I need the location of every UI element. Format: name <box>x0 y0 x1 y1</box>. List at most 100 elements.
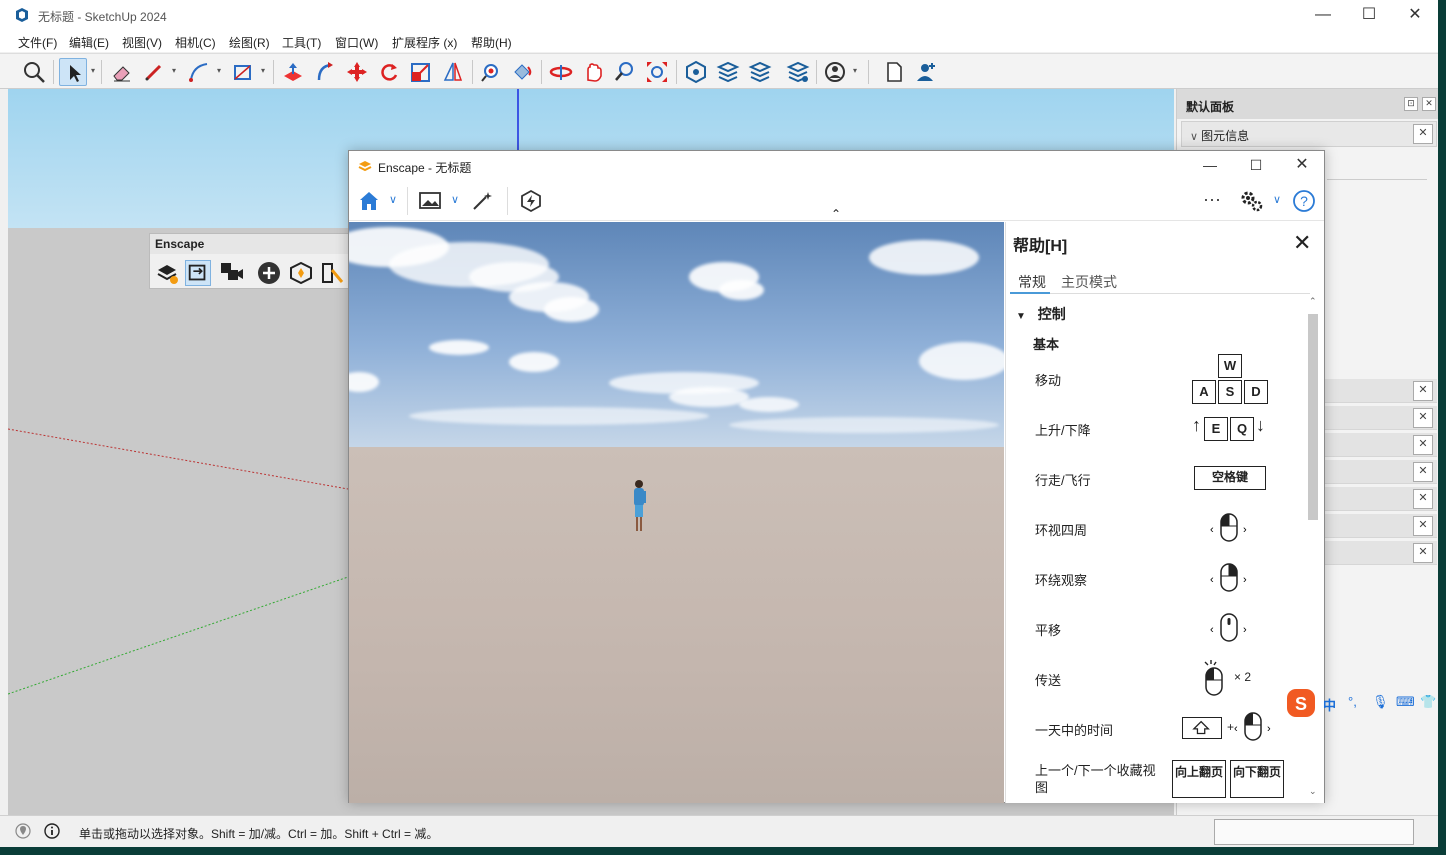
add-user-icon[interactable] <box>912 58 940 86</box>
section-controls[interactable]: ▼ 控制 <box>1016 304 1066 324</box>
help-title: 帮助[H] <box>1013 232 1324 262</box>
arrow-down-icon: ↓ <box>1256 415 1265 435</box>
menu-tools[interactable]: 工具(T) <box>282 34 321 51</box>
tab-general[interactable]: 常规 <box>1018 272 1046 292</box>
punctuation-icon[interactable]: °, <box>1348 694 1357 709</box>
panel-close-icon[interactable]: ✕ <box>1413 435 1433 455</box>
enscape-sync-icon[interactable] <box>185 260 211 286</box>
key-e: E <box>1204 417 1228 441</box>
layers-icon[interactable] <box>746 58 774 86</box>
svg-text:?: ? <box>1300 193 1308 209</box>
menu-view[interactable]: 视图(V) <box>122 34 162 51</box>
new-file-icon[interactable] <box>880 58 908 86</box>
extension-manager-icon[interactable] <box>784 58 812 86</box>
enscape-asset-icon[interactable] <box>288 260 314 286</box>
chevron-down-icon[interactable]: ∨ <box>451 193 459 206</box>
tab-home-mode[interactable]: 主页模式 <box>1061 272 1117 292</box>
menu-camera[interactable]: 相机(C) <box>175 34 216 51</box>
offset-icon[interactable] <box>439 58 467 86</box>
ime-language-label[interactable]: 中 <box>1323 695 1336 714</box>
chevron-down-icon[interactable]: ▾ <box>261 66 265 75</box>
caret-down-icon: ▼ <box>1016 311 1026 322</box>
paint-bucket-icon[interactable] <box>508 58 536 86</box>
enscape-material-icon[interactable] <box>320 260 346 286</box>
enscape-render-view[interactable] <box>349 222 1004 803</box>
move-icon[interactable] <box>343 58 371 86</box>
zoom-icon[interactable] <box>611 58 639 86</box>
measurements-box[interactable] <box>1214 819 1414 845</box>
sketchup-logo-icon <box>16 8 28 22</box>
geo-location-icon[interactable] <box>14 822 32 840</box>
close-button[interactable]: ✕ <box>1279 151 1325 179</box>
3d-warehouse-icon[interactable] <box>682 58 710 86</box>
collapse-chevron-icon[interactable]: ⌃ <box>831 207 841 221</box>
panel-close-icon[interactable]: ✕ <box>1413 381 1433 401</box>
entity-info-label: 图元信息 <box>1201 129 1250 143</box>
chevron-down-icon[interactable]: ∨ <box>389 193 397 206</box>
enscape-views-icon[interactable] <box>218 260 244 286</box>
tray-pin-icon[interactable]: ⊡ <box>1404 97 1418 111</box>
panel-close-icon[interactable]: ✕ <box>1413 516 1433 536</box>
sketchup-titlebar: 无标题 - SketchUp 2024 — ☐ ✕ <box>0 0 1446 30</box>
panel-close-icon[interactable]: ✕ <box>1413 462 1433 482</box>
image-icon[interactable] <box>418 189 442 213</box>
minimize-button[interactable]: — <box>1300 0 1346 30</box>
info-icon[interactable] <box>43 822 61 840</box>
rotate-icon[interactable] <box>375 58 403 86</box>
help-icon[interactable]: ? <box>1292 189 1316 213</box>
menu-file[interactable]: 文件(F) <box>18 34 57 51</box>
close-icon[interactable]: ✕ <box>1293 230 1311 256</box>
entity-info-section[interactable]: ∨ 图元信息 <box>1181 121 1437 147</box>
rectangle-icon[interactable] <box>229 58 257 86</box>
help-scrollbar[interactable]: ⌃ ⌄ <box>1307 296 1319 801</box>
maximize-button[interactable]: ☐ <box>1346 0 1392 30</box>
follow-me-icon[interactable] <box>311 58 339 86</box>
menu-draw[interactable]: 绘图(R) <box>229 34 270 51</box>
orbit-icon[interactable] <box>547 58 575 86</box>
pan-icon[interactable] <box>579 58 607 86</box>
skin-icon[interactable]: 👕 <box>1420 694 1436 710</box>
search-icon[interactable] <box>20 58 48 86</box>
microphone-icon[interactable]: 🎙 <box>1372 694 1389 710</box>
eraser-icon[interactable] <box>108 58 136 86</box>
arc-icon[interactable] <box>185 58 213 86</box>
settings-gear-icon[interactable] <box>1239 189 1265 213</box>
enscape-add-icon[interactable] <box>256 260 282 286</box>
scale-icon[interactable] <box>407 58 435 86</box>
more-icon[interactable]: ··· <box>1203 189 1221 210</box>
tape-measure-icon[interactable] <box>477 58 505 86</box>
panel-close-icon[interactable]: ✕ <box>1413 543 1433 563</box>
sogou-logo-icon[interactable]: S <box>1286 688 1316 718</box>
enscape-start-icon[interactable] <box>154 260 180 286</box>
svg-text:›: › <box>1243 624 1247 636</box>
magic-wand-icon[interactable] <box>470 189 494 213</box>
menu-extensions[interactable]: 扩展程序 (x) <box>392 34 457 51</box>
extension-warehouse-icon[interactable] <box>714 58 742 86</box>
entity-info-close-icon[interactable]: ✕ <box>1413 124 1433 144</box>
close-button[interactable]: ✕ <box>1392 0 1438 30</box>
menu-edit[interactable]: 编辑(E) <box>69 34 109 51</box>
zoom-extents-icon[interactable] <box>643 58 671 86</box>
select-tool-icon[interactable] <box>59 58 87 86</box>
menu-window[interactable]: 窗口(W) <box>335 34 378 51</box>
pencil-icon[interactable] <box>140 58 168 86</box>
panel-close-icon[interactable]: ✕ <box>1413 489 1433 509</box>
menu-bar: 文件(F) 编辑(E) 视图(V) 相机(C) 绘图(R) 工具(T) 窗口(W… <box>0 30 1446 52</box>
subsection-basic: 基本 <box>1033 337 1060 352</box>
tray-close-icon[interactable]: ✕ <box>1422 97 1436 111</box>
keyboard-icon[interactable]: ⌨ <box>1396 694 1415 710</box>
menu-help[interactable]: 帮助(H) <box>471 34 512 51</box>
home-icon[interactable] <box>357 189 381 213</box>
account-icon[interactable] <box>821 58 849 86</box>
lightning-icon[interactable] <box>519 189 543 213</box>
chevron-down-icon[interactable]: ▾ <box>91 66 95 75</box>
chevron-down-icon[interactable]: ▾ <box>853 66 857 75</box>
status-message: 单击或拖动以选择对象。Shift = 加/减。Ctrl = 加。Shift + … <box>79 827 439 841</box>
chevron-down-icon[interactable]: ▾ <box>217 66 221 75</box>
panel-close-icon[interactable]: ✕ <box>1413 408 1433 428</box>
minimize-button[interactable]: — <box>1187 151 1233 179</box>
maximize-button[interactable]: ☐ <box>1233 151 1279 179</box>
chevron-down-icon[interactable]: ▾ <box>172 66 176 75</box>
chevron-down-icon[interactable]: ∨ <box>1273 193 1281 206</box>
push-pull-icon[interactable] <box>279 58 307 86</box>
